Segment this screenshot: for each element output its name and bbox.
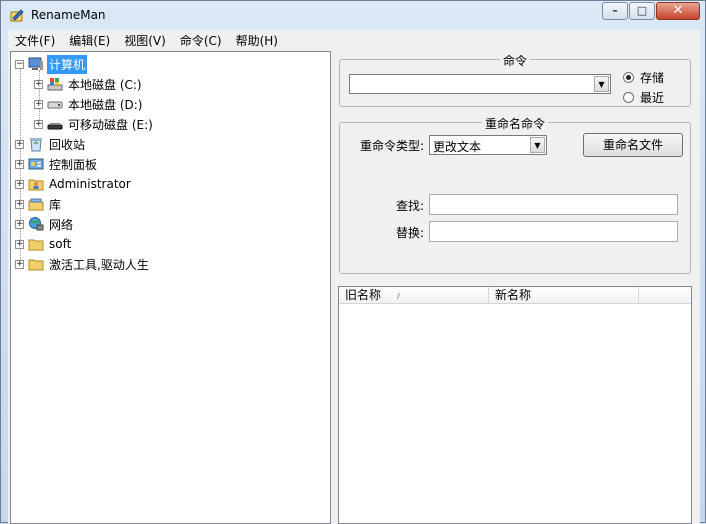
replace-input[interactable]: [429, 221, 678, 242]
folder-tree[interactable]: − 计算机 + 本地磁盘 (C:) + 本地磁盘 (D:) + 可移动磁盘 (E…: [10, 51, 331, 524]
radio-store-dot[interactable]: [623, 72, 634, 83]
dropdown-arrow-icon[interactable]: ▼: [594, 76, 609, 92]
expand-icon[interactable]: +: [34, 99, 43, 109]
radio-recent-label: 最近: [640, 91, 665, 105]
find-input[interactable]: [429, 194, 678, 215]
command-group-title: 命令: [500, 52, 531, 69]
expand-icon[interactable]: +: [15, 199, 24, 209]
expand-icon[interactable]: +: [34, 119, 43, 129]
tree-label: Administrator: [49, 177, 131, 191]
app-icon: [9, 7, 25, 23]
maximize-icon: □: [636, 4, 648, 17]
collapse-icon[interactable]: −: [15, 59, 24, 69]
rename-group-title: 重命名命令: [482, 115, 549, 132]
maximize-button[interactable]: □: [629, 2, 655, 20]
tree-label: 可移动磁盘 (E:): [68, 117, 153, 132]
folder-icon: [28, 236, 44, 252]
rename-list[interactable]: 旧名称 / 新名称: [338, 286, 692, 524]
recycle-bin-icon: [28, 136, 44, 152]
tree-node-activation-tools[interactable]: + 激活工具,驱动人生: [15, 254, 151, 274]
sort-indicator-icon: /: [397, 292, 400, 301]
menu-bar: 文件(F) 编辑(E) 视图(V) 命令(C) 帮助(H): [8, 30, 700, 50]
expand-icon[interactable]: +: [15, 219, 24, 229]
radio-store-label: 存储: [640, 71, 665, 85]
dropdown-arrow-icon[interactable]: ▼: [530, 137, 545, 153]
system-drive-icon: [47, 76, 63, 92]
column-old-name-label: 旧名称: [345, 288, 382, 302]
menu-command[interactable]: 命令(C): [173, 32, 229, 49]
user-folder-icon: [28, 176, 44, 192]
removable-drive-icon: [47, 116, 63, 132]
rename-type-value: 更改文本: [433, 140, 482, 154]
computer-icon: [28, 56, 44, 72]
list-header: 旧名称 / 新名称: [339, 287, 691, 304]
tree-label: 库: [49, 197, 62, 212]
pane-splitter[interactable]: [331, 51, 337, 524]
library-icon: [28, 196, 44, 212]
tree-node-drive-e[interactable]: + 可移动磁盘 (E:): [34, 114, 155, 134]
close-icon: ✕: [672, 3, 684, 18]
app-window: RenameMan – □ ✕ 文件(F) 编辑(E) 视图(V) 命令(C) …: [0, 0, 706, 524]
command-combo[interactable]: ▼: [349, 74, 611, 94]
column-new-name[interactable]: 新名称: [489, 287, 639, 304]
rename-group: 重命名命令 重命令类型: 更改文本 ▼ 重命名文件 查找: 替换:: [339, 115, 691, 274]
rename-type-combo[interactable]: 更改文本 ▼: [429, 135, 547, 155]
menu-view[interactable]: 视图(V): [117, 32, 173, 49]
tree-node-computer[interactable]: − 计算机: [15, 54, 88, 74]
column-extra[interactable]: [639, 287, 691, 304]
minimize-button[interactable]: –: [602, 2, 628, 20]
command-group: 命令 ▼ 存储 最近: [339, 52, 691, 107]
radio-recent-dot[interactable]: [623, 92, 634, 103]
tree-label: 本地磁盘 (D:): [68, 97, 143, 112]
tree-node-control-panel[interactable]: + 控制面板: [15, 154, 99, 174]
tree-label: 激活工具,驱动人生: [49, 257, 149, 272]
minimize-icon: –: [612, 4, 618, 17]
tree-label: 网络: [49, 217, 74, 232]
radio-recent[interactable]: 最近: [623, 89, 664, 106]
rename-type-label: 重命令类型:: [360, 139, 425, 153]
tree-node-drive-d[interactable]: + 本地磁盘 (D:): [34, 94, 144, 114]
close-button[interactable]: ✕: [656, 2, 700, 20]
control-panel-icon: [28, 156, 44, 172]
client-area: − 计算机 + 本地磁盘 (C:) + 本地磁盘 (D:) + 可移动磁盘 (E…: [8, 50, 700, 524]
rename-files-button[interactable]: 重命名文件: [583, 133, 683, 157]
menu-edit[interactable]: 编辑(E): [62, 32, 117, 49]
tree-node-soft[interactable]: + soft: [15, 234, 73, 254]
expand-icon[interactable]: +: [15, 179, 24, 189]
radio-store[interactable]: 存储: [623, 69, 664, 86]
find-label: 查找:: [396, 199, 425, 213]
column-old-name[interactable]: 旧名称 /: [339, 287, 489, 304]
folder-icon: [28, 256, 44, 272]
window-title: RenameMan: [31, 8, 106, 22]
column-new-name-label: 新名称: [495, 288, 532, 302]
expand-icon[interactable]: +: [15, 259, 24, 269]
tree-node-library[interactable]: + 库: [15, 194, 63, 214]
expand-icon[interactable]: +: [15, 239, 24, 249]
network-icon: [28, 216, 44, 232]
menu-file[interactable]: 文件(F): [8, 32, 62, 49]
tree-node-drive-c[interactable]: + 本地磁盘 (C:): [34, 74, 144, 94]
tree-label: 回收站: [49, 137, 86, 152]
title-bar[interactable]: RenameMan – □ ✕: [1, 1, 705, 29]
expand-icon[interactable]: +: [15, 139, 24, 149]
tree-node-recycle-bin[interactable]: + 回收站: [15, 134, 87, 154]
tree-label: 计算机: [47, 54, 88, 74]
tree-label: 本地磁盘 (C:): [68, 77, 142, 92]
expand-icon[interactable]: +: [15, 159, 24, 169]
tree-node-administrator[interactable]: + Administrator: [15, 174, 133, 194]
menu-help[interactable]: 帮助(H): [229, 32, 285, 49]
drive-icon: [47, 96, 63, 112]
tree-node-network[interactable]: + 网络: [15, 214, 75, 234]
replace-label: 替换:: [396, 226, 425, 240]
tree-label: 控制面板: [49, 157, 98, 172]
tree-label: soft: [49, 237, 72, 251]
expand-icon[interactable]: +: [34, 79, 43, 89]
